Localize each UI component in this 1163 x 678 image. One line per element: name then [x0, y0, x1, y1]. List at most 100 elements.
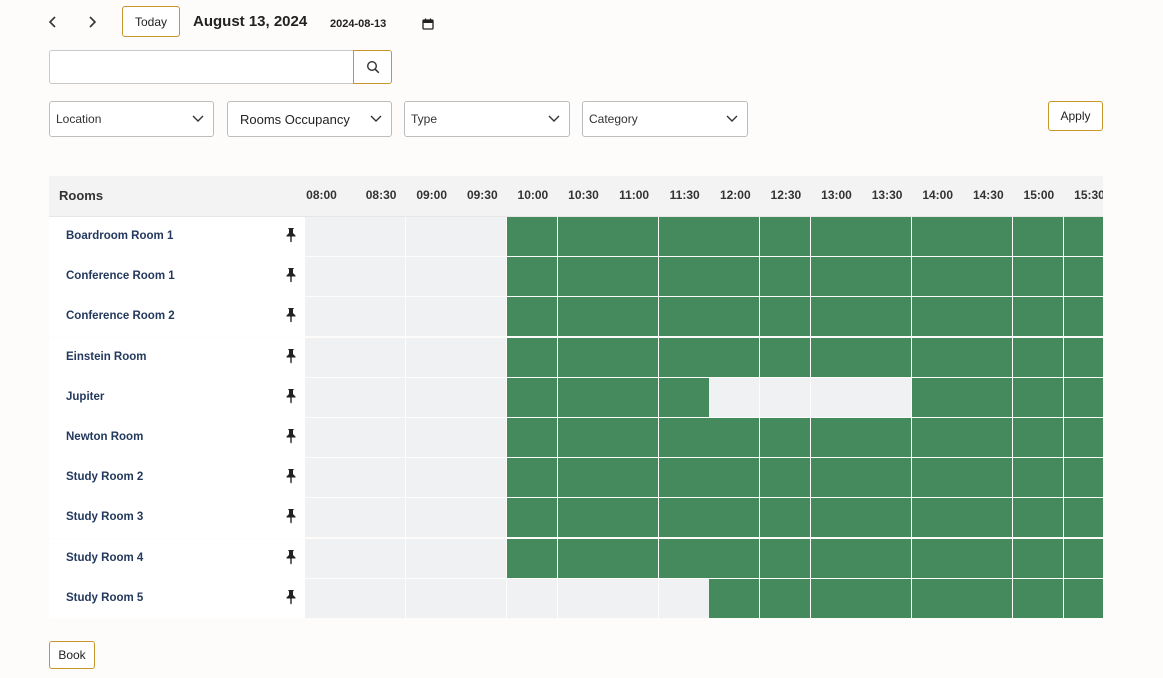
- occupied-slot[interactable]: [1012, 538, 1063, 578]
- room-name-link[interactable]: Study Room 2: [66, 471, 143, 483]
- book-button[interactable]: Book: [49, 641, 95, 669]
- occupied-slot[interactable]: [658, 418, 709, 457]
- occupied-slot[interactable]: [861, 297, 912, 337]
- free-slot[interactable]: [355, 217, 406, 256]
- pin-icon[interactable]: [285, 508, 297, 524]
- occupied-slot[interactable]: [911, 538, 962, 578]
- occupied-slot[interactable]: [506, 498, 557, 538]
- occupied-slot[interactable]: [709, 257, 760, 297]
- room-name-link[interactable]: Einstein Room: [66, 351, 147, 363]
- occupied-slot[interactable]: [810, 498, 861, 538]
- occupied-slot[interactable]: [1063, 418, 1103, 457]
- occupied-slot[interactable]: [709, 578, 760, 618]
- occupied-slot[interactable]: [861, 257, 912, 297]
- occupied-slot[interactable]: [962, 578, 1013, 618]
- occupied-slot[interactable]: [759, 297, 810, 337]
- occupied-slot[interactable]: [658, 257, 709, 297]
- occupied-slot[interactable]: [608, 337, 659, 377]
- occupied-slot[interactable]: [658, 498, 709, 538]
- occupied-slot[interactable]: [1012, 337, 1063, 377]
- location-select[interactable]: Location: [49, 101, 214, 137]
- free-slot[interactable]: [304, 257, 355, 297]
- occupied-slot[interactable]: [557, 337, 608, 377]
- occupied-slot[interactable]: [709, 538, 760, 578]
- free-slot[interactable]: [405, 257, 456, 297]
- room-name-link[interactable]: Study Room 4: [66, 552, 143, 564]
- occupied-slot[interactable]: [1012, 418, 1063, 457]
- occupied-slot[interactable]: [911, 217, 962, 256]
- occupied-slot[interactable]: [1063, 538, 1103, 578]
- occupancy-select[interactable]: Rooms Occupancy: [227, 101, 392, 137]
- occupied-slot[interactable]: [506, 377, 557, 417]
- room-name-link[interactable]: Study Room 3: [66, 511, 143, 523]
- occupied-slot[interactable]: [709, 297, 760, 337]
- occupied-slot[interactable]: [1012, 377, 1063, 417]
- free-slot[interactable]: [405, 217, 456, 256]
- occupied-slot[interactable]: [1063, 257, 1103, 297]
- free-slot[interactable]: [456, 297, 507, 337]
- pin-icon[interactable]: [285, 348, 297, 364]
- free-slot[interactable]: [456, 337, 507, 377]
- free-slot[interactable]: [405, 377, 456, 417]
- occupied-slot[interactable]: [962, 458, 1013, 498]
- occupied-slot[interactable]: [1063, 458, 1103, 498]
- free-slot[interactable]: [405, 538, 456, 578]
- free-slot[interactable]: [405, 297, 456, 337]
- occupied-slot[interactable]: [911, 257, 962, 297]
- free-slot[interactable]: [456, 217, 507, 256]
- free-slot[interactable]: [355, 297, 406, 337]
- free-slot[interactable]: [506, 578, 557, 618]
- occupied-slot[interactable]: [1063, 377, 1103, 417]
- free-slot[interactable]: [304, 578, 355, 618]
- occupied-slot[interactable]: [911, 377, 962, 417]
- occupied-slot[interactable]: [608, 217, 659, 256]
- occupied-slot[interactable]: [658, 217, 709, 256]
- free-slot[interactable]: [405, 578, 456, 618]
- free-slot[interactable]: [304, 458, 355, 498]
- occupied-slot[interactable]: [962, 418, 1013, 457]
- occupied-slot[interactable]: [911, 418, 962, 457]
- occupied-slot[interactable]: [1063, 337, 1103, 377]
- today-button[interactable]: Today: [122, 6, 180, 37]
- occupied-slot[interactable]: [658, 538, 709, 578]
- free-slot[interactable]: [304, 377, 355, 417]
- free-slot[interactable]: [456, 377, 507, 417]
- occupied-slot[interactable]: [506, 337, 557, 377]
- free-slot[interactable]: [405, 458, 456, 498]
- occupied-slot[interactable]: [861, 538, 912, 578]
- occupied-slot[interactable]: [962, 538, 1013, 578]
- free-slot[interactable]: [355, 377, 406, 417]
- occupied-slot[interactable]: [557, 538, 608, 578]
- free-slot[interactable]: [355, 337, 406, 377]
- occupied-slot[interactable]: [1012, 257, 1063, 297]
- occupied-slot[interactable]: [810, 538, 861, 578]
- date-picker-input[interactable]: 2024-08-13: [330, 16, 434, 32]
- free-slot[interactable]: [456, 498, 507, 538]
- occupied-slot[interactable]: [962, 498, 1013, 538]
- category-select[interactable]: Category: [582, 101, 748, 137]
- calendar-icon[interactable]: [422, 18, 434, 30]
- room-name-link[interactable]: Conference Room 2: [66, 310, 175, 322]
- occupied-slot[interactable]: [506, 538, 557, 578]
- occupied-slot[interactable]: [709, 217, 760, 256]
- occupied-slot[interactable]: [962, 377, 1013, 417]
- free-slot[interactable]: [304, 418, 355, 457]
- room-name-link[interactable]: Boardroom Room 1: [66, 230, 173, 242]
- free-slot[interactable]: [456, 538, 507, 578]
- occupied-slot[interactable]: [759, 418, 810, 457]
- occupied-slot[interactable]: [911, 578, 962, 618]
- pin-icon[interactable]: [285, 468, 297, 484]
- occupied-slot[interactable]: [608, 458, 659, 498]
- room-name-link[interactable]: Jupiter: [66, 391, 104, 403]
- free-slot[interactable]: [456, 578, 507, 618]
- free-slot[interactable]: [810, 377, 861, 417]
- occupied-slot[interactable]: [506, 418, 557, 457]
- pin-icon[interactable]: [285, 549, 297, 565]
- occupied-slot[interactable]: [810, 458, 861, 498]
- occupied-slot[interactable]: [810, 418, 861, 457]
- search-input[interactable]: [49, 50, 354, 84]
- occupied-slot[interactable]: [608, 297, 659, 337]
- free-slot[interactable]: [709, 377, 760, 417]
- pin-icon[interactable]: [285, 589, 297, 605]
- occupied-slot[interactable]: [709, 418, 760, 457]
